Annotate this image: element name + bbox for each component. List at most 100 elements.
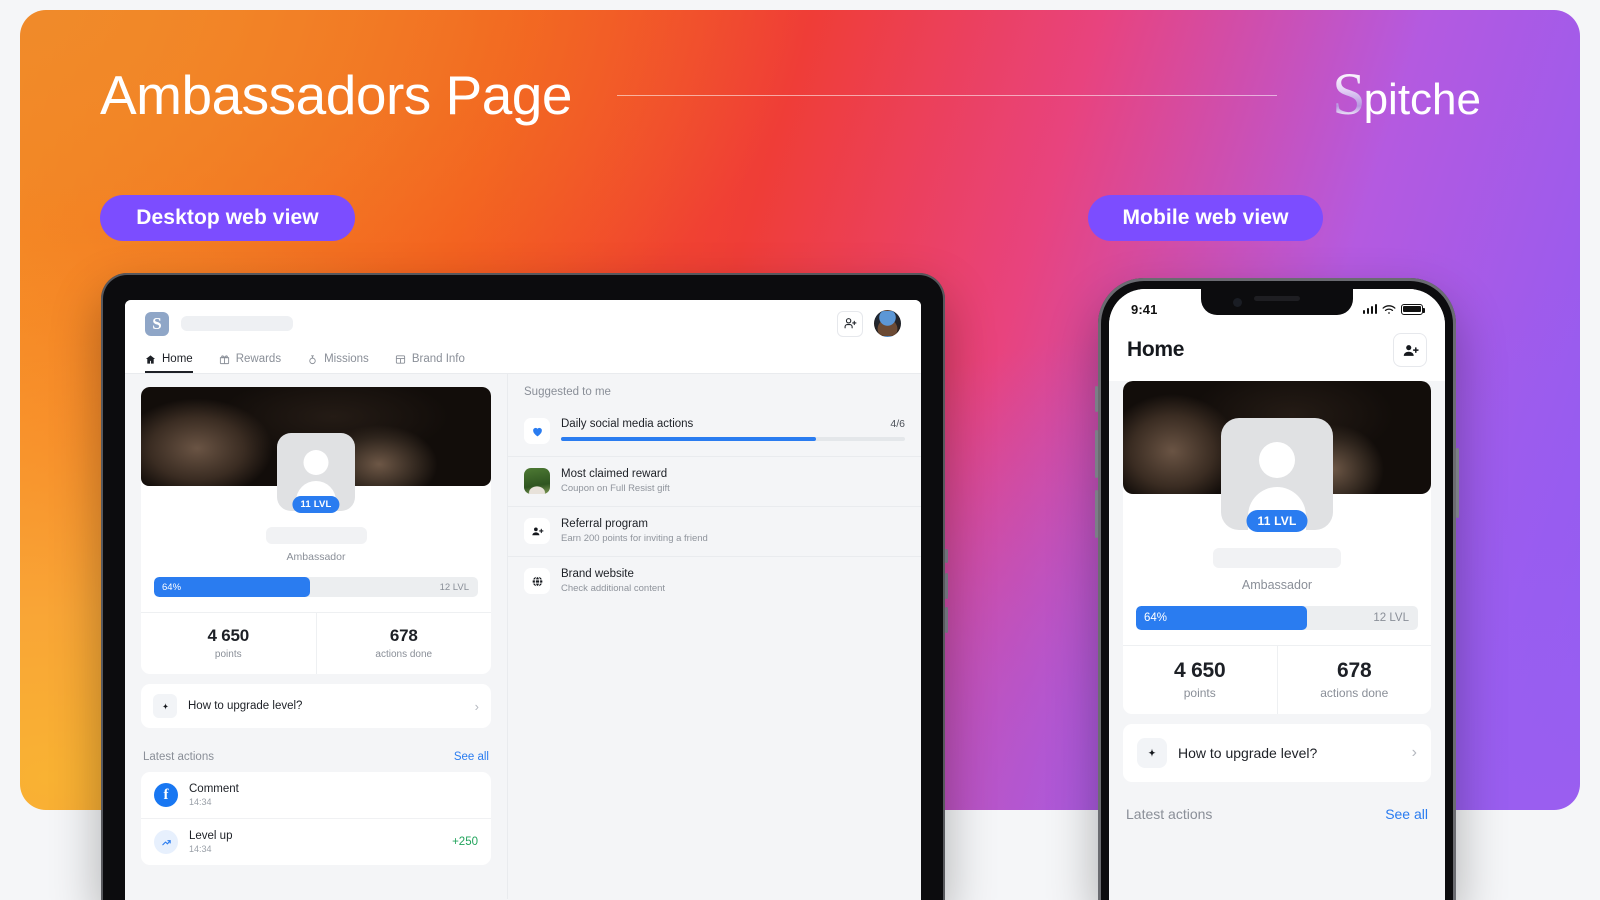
profile-card: 11 LVL Ambassador 64% 12 LVL 4 650 point… <box>141 387 491 674</box>
tab-home-label: Home <box>162 353 193 365</box>
user-role: Ambassador <box>1241 578 1313 592</box>
chevron-right-icon: › <box>474 698 479 714</box>
desktop-screen: S Home Rewards Missions Brand Info 11 LV… <box>125 300 921 900</box>
suggested-body: Most claimed reward Coupon on Full Resis… <box>561 468 905 494</box>
stat-points-label: points <box>214 649 242 660</box>
device-button[interactable] <box>1095 430 1098 478</box>
avatar[interactable] <box>874 310 901 337</box>
add-person-icon <box>524 518 550 544</box>
progress-percent: 64% <box>162 581 182 593</box>
suggested-name: Daily social media actions <box>561 418 694 430</box>
suggested-sub: Coupon on Full Resist gift <box>561 483 670 494</box>
latest-actions-see-all[interactable]: See all <box>1385 806 1428 822</box>
tab-home[interactable]: Home <box>145 353 193 373</box>
reward-photo-icon <box>524 468 550 494</box>
sparkle-icon <box>1137 738 1167 768</box>
action-text: Comment 14:34 <box>189 783 239 807</box>
chevron-right-icon: › <box>1411 744 1417 761</box>
list-item[interactable]: Brand website Check additional content <box>508 556 921 606</box>
tab-rewards[interactable]: Rewards <box>219 353 281 373</box>
latest-actions-list: f Comment 14:34 Level up 14:34 +250 <box>141 772 491 865</box>
tab-rewards-label: Rewards <box>235 353 282 365</box>
battery-icon <box>1401 303 1425 315</box>
latest-actions-title: Latest actions <box>1126 806 1213 822</box>
stat-actions: 678 actions done <box>1276 646 1432 714</box>
suggested-column: Suggested to me Daily social media actio… <box>507 374 921 899</box>
suggested-progress-bar <box>561 437 905 441</box>
suggested-body: Brand website Check additional content <box>561 568 905 594</box>
list-item[interactable]: Daily social media actions 4/6 <box>508 407 921 456</box>
trending-up-glyph <box>161 839 171 845</box>
list-item[interactable]: f Comment 14:34 <box>141 772 491 818</box>
suggested-title: Suggested to me <box>524 386 611 398</box>
next-level-label: 12 LVL <box>439 581 469 593</box>
add-person-button[interactable] <box>837 310 863 337</box>
tab-brand-info-label: Brand Info <box>411 353 465 365</box>
mobile-screen: 9:41 Home 11 LVL Ambassador 64% 12 LVL 4… <box>1109 289 1445 900</box>
action-time: 14:34 <box>189 844 212 854</box>
progress-bar: 64% 12 LVL <box>1136 606 1418 630</box>
progress-fill: 64% <box>1136 606 1308 630</box>
wifi-icon <box>1382 304 1396 314</box>
device-button[interactable] <box>945 549 948 563</box>
suggested-name: Referral program <box>561 518 648 530</box>
mobile-device-frame: 9:41 Home 11 LVL Ambassador 64% 12 LVL 4… <box>1095 278 1459 900</box>
page-title: Home <box>1127 338 1185 361</box>
app-header: S <box>125 300 921 347</box>
progress-fill: 64% <box>154 577 310 597</box>
gift-icon <box>219 354 229 364</box>
latest-actions-header: Latest actions See all <box>143 751 489 763</box>
profile-identity: 11 LVL Ambassador <box>1123 418 1431 592</box>
list-item[interactable]: Most claimed reward Coupon on Full Resis… <box>508 456 921 506</box>
brand-name-placeholder <box>181 316 293 331</box>
profile-card: 11 LVL Ambassador 64% 12 LVL 4 650 point… <box>1123 381 1431 714</box>
device-button[interactable] <box>945 607 948 633</box>
target-icon <box>309 354 316 364</box>
spitche-s-icon: S <box>1332 61 1366 127</box>
front-camera-icon <box>1233 298 1242 307</box>
profile-column: 11 LVL Ambassador 64% 12 LVL 4 650 point… <box>125 374 507 899</box>
how-to-upgrade-label: How to upgrade level? <box>1178 745 1318 761</box>
stat-points-value: 4 650 <box>207 626 250 645</box>
stats-row: 4 650 points 678 actions done <box>1123 645 1431 714</box>
phone-notch <box>1201 289 1353 315</box>
stat-points-label: points <box>1183 686 1216 700</box>
app-body: 11 LVL Ambassador 64% 12 LVL 4 650 point… <box>125 374 921 899</box>
brand-name: pitche <box>1363 75 1481 124</box>
level-progress: 64% 12 LVL <box>141 563 491 612</box>
globe-glyph <box>532 575 542 587</box>
list-item[interactable]: Level up 14:34 +250 <box>141 818 491 865</box>
tab-brand-info[interactable]: Brand Info <box>395 353 465 373</box>
latest-actions-title: Latest actions <box>143 751 214 763</box>
action-name: Level up <box>189 830 233 842</box>
stats-row: 4 650 points 678 actions done <box>141 612 491 674</box>
list-item[interactable]: Referral program Earn 200 points for inv… <box>508 506 921 556</box>
app-logo-icon[interactable]: S <box>145 311 169 336</box>
device-button[interactable] <box>1456 448 1459 518</box>
layout-icon <box>395 354 405 364</box>
progress-percent: 64% <box>1144 612 1168 624</box>
page-title: Ambassadors Page <box>100 64 573 126</box>
stat-actions-label: actions done <box>375 649 433 660</box>
globe-icon <box>524 568 550 594</box>
stat-points: 4 650 points <box>1123 646 1277 714</box>
suggested-body: Referral program Earn 200 points for inv… <box>561 518 905 544</box>
suggested-count: 4/6 <box>890 418 905 430</box>
how-to-upgrade-row[interactable]: How to upgrade level? › <box>141 684 491 728</box>
signal-icon <box>1362 304 1377 314</box>
how-to-upgrade-row[interactable]: How to upgrade level? › <box>1123 724 1431 782</box>
suggested-name: Most claimed reward <box>561 468 668 480</box>
device-button[interactable] <box>1095 386 1098 412</box>
latest-actions-see-all[interactable]: See all <box>454 751 489 763</box>
mobile-view-badge: Mobile web view <box>1088 195 1323 241</box>
user-name-placeholder <box>1213 548 1341 568</box>
add-person-button[interactable] <box>1393 333 1427 367</box>
device-button[interactable] <box>945 573 948 599</box>
heart-icon <box>524 418 550 444</box>
tab-missions[interactable]: Missions <box>307 353 369 373</box>
how-to-upgrade-label: How to upgrade level? <box>188 700 303 712</box>
status-indicators <box>1362 303 1425 315</box>
action-points: +250 <box>452 836 478 848</box>
stat-actions: 678 actions done <box>315 613 492 674</box>
device-button[interactable] <box>1095 490 1098 538</box>
